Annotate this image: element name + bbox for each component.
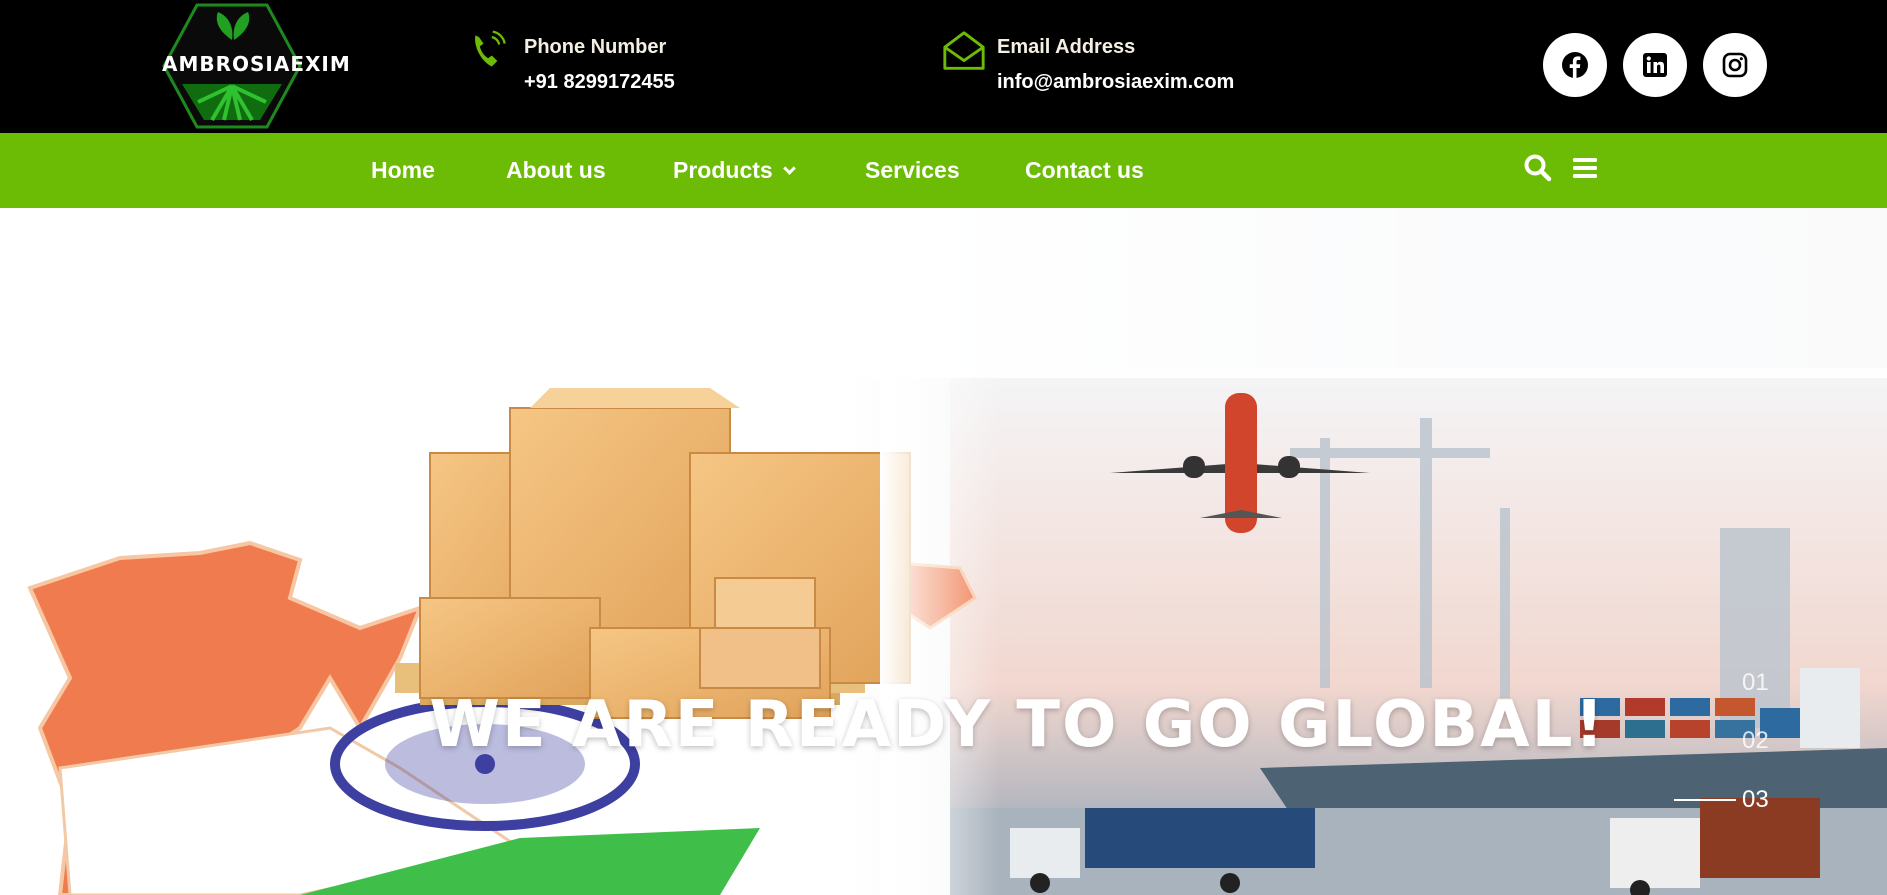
nav-item-services[interactable]: Services xyxy=(865,157,960,184)
nav-item-about-us[interactable]: About us xyxy=(506,157,606,184)
instagram-icon xyxy=(1722,52,1748,78)
nav-item-label: About us xyxy=(506,157,606,183)
hero-slider: WE ARE READY TO GO GLOBAL! 01 02 03 xyxy=(0,208,1887,895)
nav-item-label: Products xyxy=(673,157,773,183)
logo-text: AMBROSIAEXIM xyxy=(162,52,351,76)
nav-item-products[interactable]: Products xyxy=(673,157,796,184)
hero-headline: WE ARE READY TO GO GLOBAL! xyxy=(429,688,1606,762)
search-icon[interactable] xyxy=(1521,151,1555,185)
chevron-down-icon xyxy=(782,162,796,175)
logo[interactable]: AMBROSIAEXIM xyxy=(162,2,351,130)
hero-background-image xyxy=(0,208,1887,895)
top-bar: AMBROSIAEXIM Phone Number +91 8299172455… xyxy=(0,0,1887,133)
envelope-open-icon xyxy=(941,28,989,76)
hamburger-menu-icon[interactable] xyxy=(1568,151,1602,185)
facebook-icon xyxy=(1562,52,1588,78)
linkedin-button[interactable] xyxy=(1623,33,1687,97)
active-slide-line xyxy=(1674,799,1736,801)
email-address[interactable]: info@ambrosiaexim.com xyxy=(997,71,1234,94)
phone-label: Phone Number xyxy=(524,36,667,58)
slide-indicator-03[interactable]: 03 xyxy=(1742,786,1769,814)
phone-icon xyxy=(468,28,516,76)
slide-indicator-01[interactable]: 01 xyxy=(1742,669,1769,697)
nav-item-contact-us[interactable]: Contact us xyxy=(1025,157,1144,184)
nav-item-label: Contact us xyxy=(1025,157,1144,183)
nav-item-home[interactable]: Home xyxy=(371,157,435,184)
facebook-button[interactable] xyxy=(1543,33,1607,97)
email-contact[interactable]: Email Address info@ambrosiaexim.com xyxy=(941,28,1241,98)
linkedin-icon xyxy=(1643,53,1667,77)
phone-contact[interactable]: Phone Number +91 8299172455 xyxy=(468,28,728,98)
main-navigation: Home About us Products Services Contact … xyxy=(0,133,1887,208)
nav-item-label: Services xyxy=(865,157,960,183)
instagram-button[interactable] xyxy=(1703,33,1767,97)
email-label: Email Address xyxy=(997,36,1136,58)
phone-number[interactable]: +91 8299172455 xyxy=(524,71,675,94)
nav-item-label: Home xyxy=(371,157,435,183)
slide-indicator-02[interactable]: 02 xyxy=(1742,727,1769,755)
